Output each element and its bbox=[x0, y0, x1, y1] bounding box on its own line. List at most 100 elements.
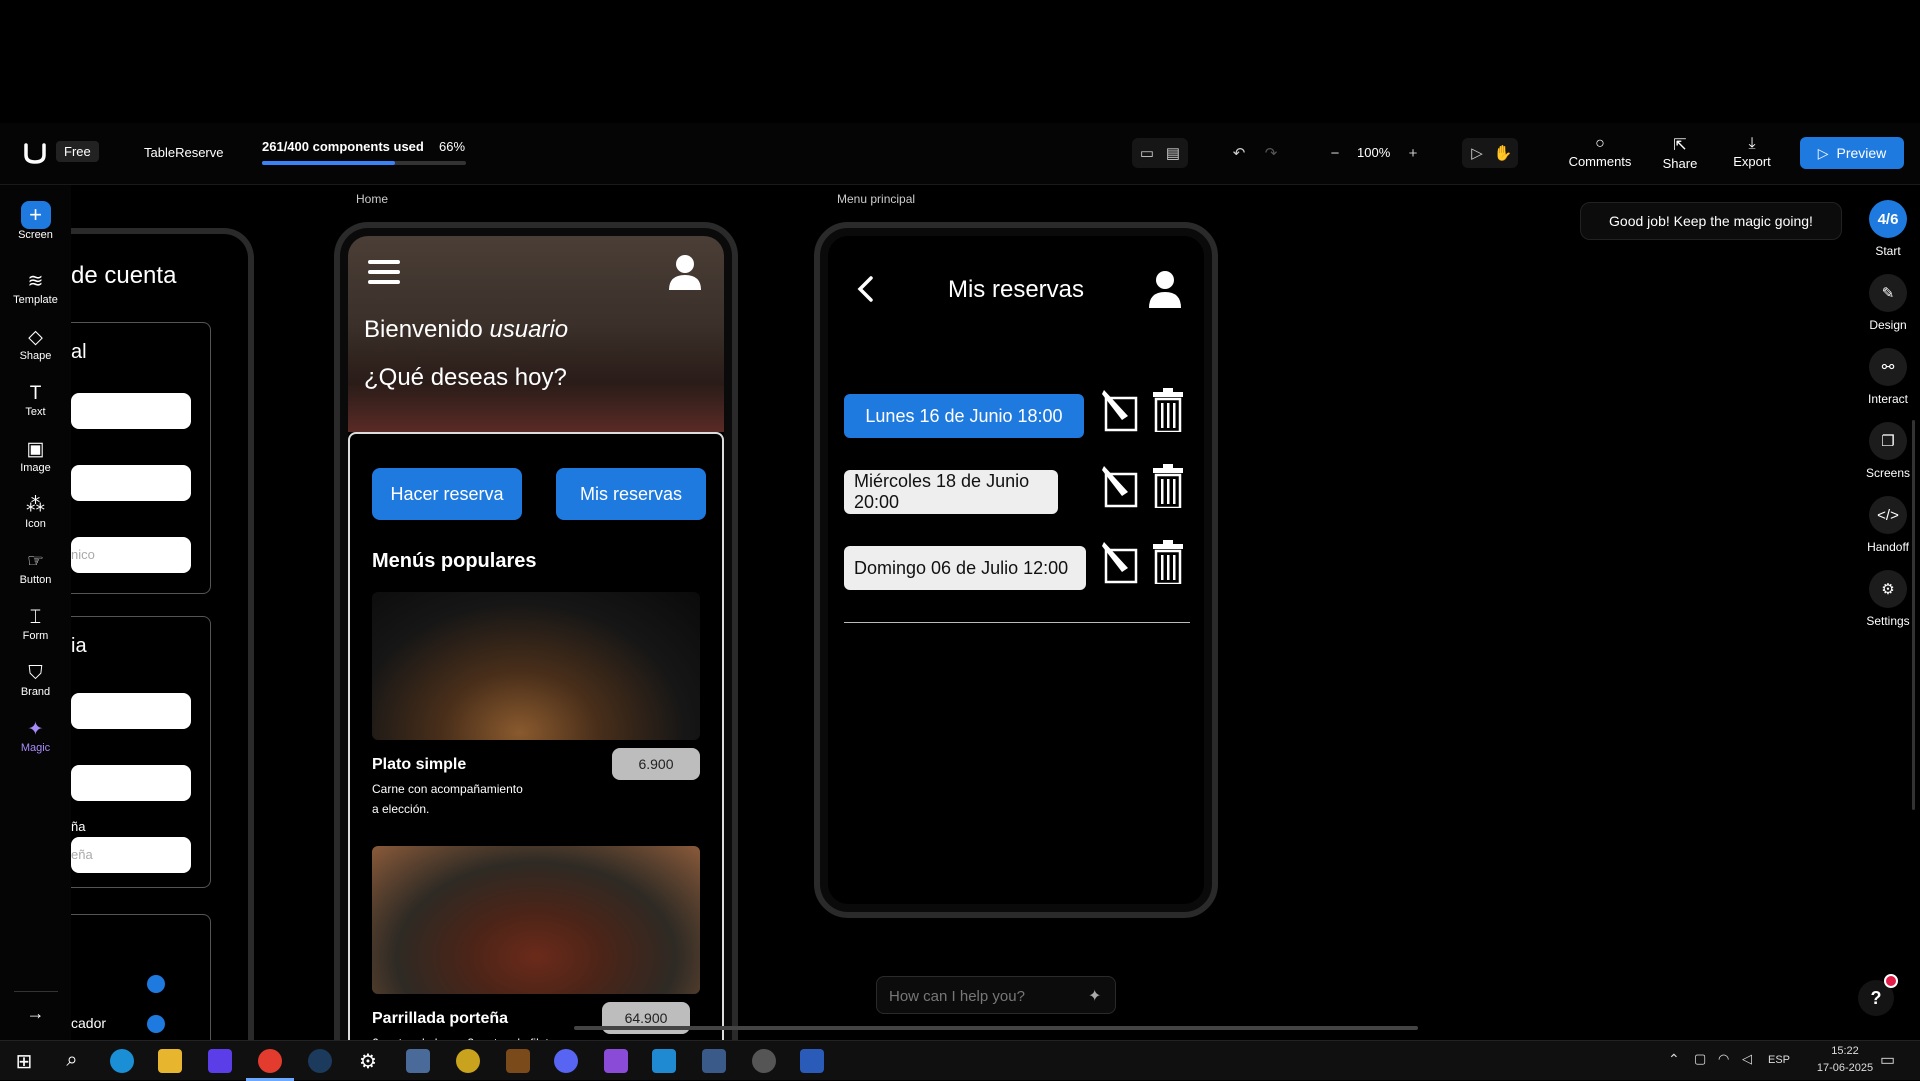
windows-start-icon[interactable]: ⊞ bbox=[12, 1049, 36, 1073]
zoom-level[interactable]: 100% bbox=[1357, 145, 1390, 160]
project-name[interactable]: TableReserve bbox=[144, 145, 224, 160]
frame-label-menu[interactable]: Menu principal bbox=[837, 192, 915, 206]
tool-magic[interactable]: ✦ Magic bbox=[0, 718, 71, 754]
panel-settings[interactable]: ⚙ Settings bbox=[1856, 570, 1920, 628]
panel-interact[interactable]: ⚯ Interact bbox=[1856, 348, 1920, 406]
form-icon: ⌶ bbox=[29, 607, 42, 628]
device-toggle-group: ▭ ▤ bbox=[1132, 138, 1188, 168]
reservation-item[interactable]: Domingo 06 de Julio 12:00 bbox=[844, 546, 1086, 590]
tool-screen[interactable]: + Screen bbox=[0, 201, 71, 241]
password-input[interactable]: eña bbox=[71, 837, 191, 873]
panel-screens[interactable]: ❐ Screens bbox=[1856, 422, 1920, 480]
pencil-icon: ✎ bbox=[1869, 274, 1907, 312]
search-icon[interactable]: ⌕ bbox=[60, 1049, 84, 1073]
mobile-view-icon[interactable]: ▤ bbox=[1160, 140, 1186, 166]
tool-button[interactable]: ☞ Button bbox=[0, 550, 71, 586]
app-icon[interactable] bbox=[702, 1049, 726, 1073]
reservations-frame[interactable]: Mis reservas Lunes 16 de Junio 18:00 Mié… bbox=[814, 222, 1218, 918]
tool-shape[interactable]: ◇ Shape bbox=[0, 326, 71, 362]
radio-dot-2[interactable] bbox=[147, 1015, 165, 1033]
app-icon[interactable] bbox=[208, 1049, 232, 1073]
tool-text[interactable]: T Text bbox=[0, 382, 71, 418]
edit-icon[interactable] bbox=[1102, 462, 1138, 508]
download-icon: ⤓ bbox=[1748, 135, 1756, 152]
game-icon[interactable] bbox=[506, 1049, 530, 1073]
sparkle-icon[interactable]: ✦ bbox=[1088, 986, 1101, 1006]
app-logo[interactable] bbox=[22, 141, 48, 165]
hamburger-menu-icon[interactable] bbox=[368, 260, 400, 284]
tray-chevron-icon[interactable]: ⌃ bbox=[1668, 1051, 1680, 1068]
edit-icon[interactable] bbox=[1102, 386, 1138, 432]
panel-handoff[interactable]: </> Handoff bbox=[1856, 496, 1920, 554]
progress-start[interactable]: 4/6 Start bbox=[1856, 200, 1920, 258]
tool-brand[interactable]: ⛉ Brand bbox=[0, 662, 71, 698]
share-button[interactable]: ⇱ Share bbox=[1650, 135, 1710, 171]
frame-label-home[interactable]: Home bbox=[356, 192, 388, 206]
calculator-icon[interactable] bbox=[406, 1049, 430, 1073]
hand-icon[interactable]: ✋ bbox=[1490, 140, 1516, 166]
tool-form[interactable]: ⌶ Form bbox=[0, 606, 71, 642]
zoom-in-icon[interactable]: + bbox=[1400, 140, 1426, 166]
account-input-5[interactable] bbox=[71, 765, 191, 801]
device-icon[interactable]: ▢ bbox=[1694, 1051, 1706, 1067]
trash-icon[interactable] bbox=[1152, 388, 1184, 432]
panel-design[interactable]: ✎ Design bbox=[1856, 274, 1920, 332]
chrome-icon[interactable] bbox=[258, 1049, 282, 1073]
redo-icon[interactable]: ↷ bbox=[1258, 140, 1284, 166]
account-input-3[interactable]: nico bbox=[71, 537, 191, 573]
settings-gear-icon[interactable]: ⚙ bbox=[356, 1049, 380, 1073]
file-explorer-icon[interactable] bbox=[158, 1049, 182, 1073]
assistant-input[interactable]: How can I help you? bbox=[876, 976, 1116, 1014]
make-reservation-button[interactable]: Hacer reserva bbox=[372, 468, 522, 520]
wifi-icon[interactable]: ◠ bbox=[1718, 1051, 1729, 1067]
usage-text: 261/400 components used bbox=[262, 139, 424, 154]
edge-icon[interactable] bbox=[110, 1049, 134, 1073]
expand-arrow-icon[interactable]: → bbox=[0, 1003, 71, 1024]
my-reservations-button[interactable]: Mis reservas bbox=[556, 468, 706, 520]
trash-icon[interactable] bbox=[1152, 464, 1184, 508]
tool-icon[interactable]: ⁂ Icon bbox=[0, 494, 71, 530]
account-input-4[interactable] bbox=[71, 693, 191, 729]
radio-dot-1[interactable] bbox=[147, 975, 165, 993]
menu-price[interactable]: 6.900 bbox=[612, 748, 700, 780]
home-frame[interactable]: Bienvenido usuario ¿Qué deseas hoy? Hace… bbox=[334, 222, 738, 1052]
account-input-1[interactable] bbox=[71, 393, 191, 429]
right-scrollbar[interactable] bbox=[1912, 420, 1915, 810]
export-button[interactable]: ⤓ Export bbox=[1722, 135, 1782, 169]
edit-icon[interactable] bbox=[1102, 538, 1138, 584]
desktop-view-icon[interactable]: ▭ bbox=[1134, 140, 1160, 166]
game-icon[interactable] bbox=[456, 1049, 480, 1073]
comments-button[interactable]: ○ Comments bbox=[1560, 135, 1640, 169]
user-icon[interactable] bbox=[1148, 270, 1182, 308]
tool-image[interactable]: ▣ Image bbox=[0, 438, 71, 474]
zoom-out-icon[interactable]: − bbox=[1322, 140, 1348, 166]
notifications-icon[interactable]: ▭ bbox=[1880, 1050, 1895, 1070]
visual-studio-icon[interactable] bbox=[604, 1049, 628, 1073]
word-icon[interactable] bbox=[800, 1049, 824, 1073]
horizontal-scrollbar[interactable] bbox=[574, 1026, 1418, 1030]
play-pointer-icon[interactable]: ▷ bbox=[1464, 140, 1490, 166]
vscode-icon[interactable] bbox=[652, 1049, 676, 1073]
undo-icon[interactable]: ↶ bbox=[1226, 140, 1252, 166]
account-input-2[interactable] bbox=[71, 465, 191, 501]
reservation-item[interactable]: Miércoles 18 de Junio 20:00 bbox=[844, 470, 1058, 514]
username: usuario bbox=[489, 316, 569, 343]
clock-date[interactable]: 17-06-2025 bbox=[1810, 1062, 1880, 1074]
user-icon[interactable] bbox=[668, 254, 702, 290]
discord-icon[interactable] bbox=[554, 1049, 578, 1073]
trash-icon[interactable] bbox=[1152, 540, 1184, 584]
clock-time[interactable]: 15:22 bbox=[1810, 1045, 1880, 1057]
app-icon[interactable] bbox=[308, 1049, 332, 1073]
volume-icon[interactable]: ◁ bbox=[1742, 1051, 1752, 1067]
preview-button[interactable]: ▷ Preview bbox=[1800, 137, 1904, 169]
language-indicator[interactable]: ESP bbox=[1768, 1054, 1790, 1066]
unity-icon[interactable] bbox=[752, 1049, 776, 1073]
plan-badge[interactable]: Free bbox=[56, 141, 99, 162]
plus-icon: + bbox=[20, 201, 51, 229]
sparkle-icon: ✦ bbox=[27, 719, 44, 740]
account-title: de cuenta bbox=[71, 262, 177, 289]
tool-template[interactable]: ≋ Template bbox=[0, 270, 71, 306]
account-frame[interactable]: de cuenta al nico ia ña eña cador bbox=[71, 228, 254, 1054]
home-screen: Bienvenido usuario ¿Qué deseas hoy? Hace… bbox=[348, 236, 724, 1052]
reservation-item-selected[interactable]: Lunes 16 de Junio 18:00 bbox=[844, 394, 1084, 438]
